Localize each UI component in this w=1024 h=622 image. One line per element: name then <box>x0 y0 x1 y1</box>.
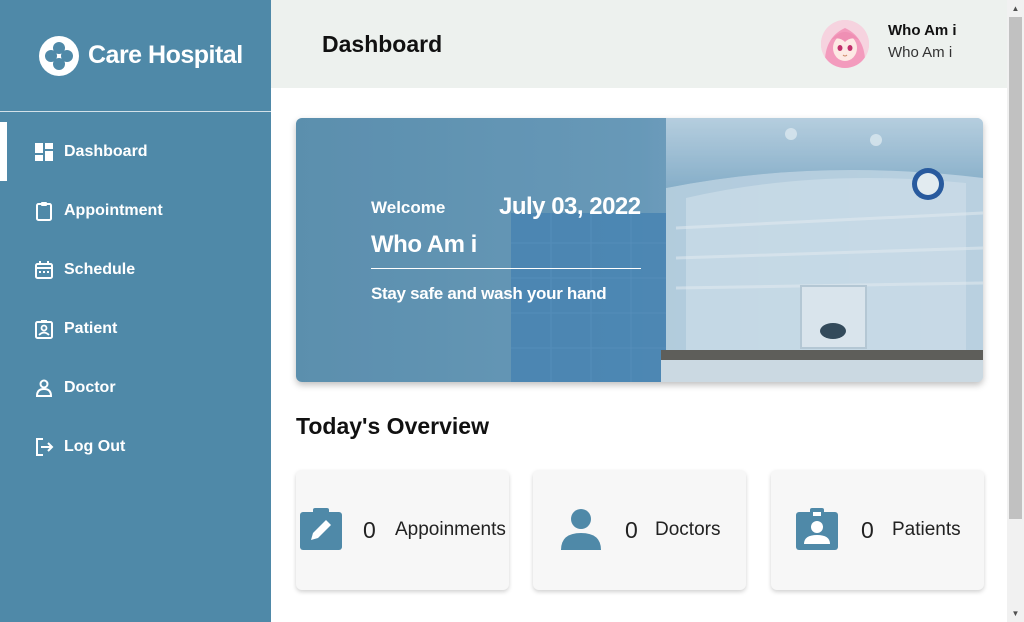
sidebar-item-schedule[interactable]: Schedule <box>0 240 271 299</box>
sidebar-item-label: Log Out <box>64 437 126 455</box>
appointments-card[interactable]: 0 Appoinments <box>296 470 509 590</box>
brand-name: Care Hospital <box>88 41 243 69</box>
patients-label: Patients <box>892 519 961 540</box>
banner-date: July 03, 2022 <box>499 193 641 220</box>
sidebar-item-doctor[interactable]: Doctor <box>0 358 271 417</box>
appointments-count: 0 <box>363 517 376 543</box>
sidebar-item-label: Appointment <box>64 201 163 219</box>
calendar-icon <box>34 260 54 280</box>
banner-welcome: Welcome <box>371 198 446 217</box>
patients-count: 0 <box>861 517 874 543</box>
sidebar-item-label: Doctor <box>64 378 116 396</box>
sidebar-item-logout[interactable]: Log Out <box>0 417 271 476</box>
top-header: Dashboard Who Am i Who Am i <box>271 0 1007 88</box>
hospital-logo-icon <box>39 35 79 76</box>
doctors-card[interactable]: 0 Doctors <box>533 470 746 590</box>
sidebar-item-label: Dashboard <box>64 142 148 160</box>
sidebar-nav: Dashboard Appointment Schedule Patient D… <box>0 112 271 476</box>
welcome-banner: Welcome July 03, 2022 Who Am i Stay safe… <box>296 118 983 382</box>
brand[interactable]: Care Hospital <box>0 0 271 112</box>
dashboard-icon <box>34 142 54 162</box>
user-role: Who Am i <box>888 44 953 61</box>
overview-title: Today's Overview <box>296 413 489 439</box>
banner-tagline: Stay safe and wash your hand <box>371 284 607 303</box>
banner-user-name: Who Am i <box>371 231 477 258</box>
avatar[interactable] <box>821 20 869 68</box>
patients-card[interactable]: 0 Patients <box>771 470 984 590</box>
doctors-label: Doctors <box>655 519 721 540</box>
scrollbar-thumb[interactable] <box>1009 17 1022 519</box>
scroll-up-arrow-icon[interactable]: ▲ <box>1007 0 1024 17</box>
badge-icon <box>34 319 54 339</box>
edit-note-icon <box>300 508 342 550</box>
sidebar-item-label: Patient <box>64 319 118 337</box>
sidebar-item-appointment[interactable]: Appointment <box>0 181 271 240</box>
sidebar-item-dashboard[interactable]: Dashboard <box>0 122 271 181</box>
page-title: Dashboard <box>322 31 443 57</box>
clipboard-icon <box>34 201 54 221</box>
vertical-scrollbar[interactable]: ▲ ▼ <box>1007 0 1024 622</box>
sidebar-item-patient[interactable]: Patient <box>0 299 271 358</box>
person-icon <box>561 509 601 550</box>
user-name: Who Am i <box>888 22 957 39</box>
badge-icon <box>796 508 838 550</box>
sidebar-item-label: Schedule <box>64 260 136 278</box>
appointments-label: Appoinments <box>395 519 506 540</box>
logout-icon <box>34 437 54 457</box>
person-icon <box>34 378 54 398</box>
scroll-down-arrow-icon[interactable]: ▼ <box>1007 605 1024 622</box>
doctors-count: 0 <box>625 517 638 543</box>
sidebar: Care Hospital Dashboard Appointment Sche… <box>0 0 271 622</box>
banner-divider <box>371 268 641 269</box>
